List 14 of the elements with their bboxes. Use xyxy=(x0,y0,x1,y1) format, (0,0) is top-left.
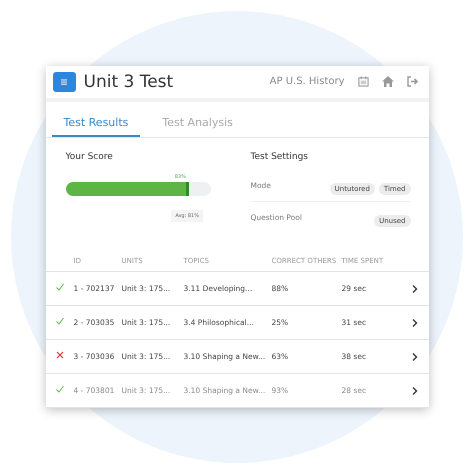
tab[interactable]: Test Results xyxy=(52,114,140,137)
section-title: Test Settings xyxy=(250,152,309,162)
tab[interactable]: Test Analysis xyxy=(150,114,245,137)
page-title: Unit 3 Test xyxy=(84,72,174,92)
logout-icon[interactable] xyxy=(406,76,418,88)
section-title: Your Score xyxy=(66,152,114,162)
chevron-icon[interactable] xyxy=(412,318,418,326)
calendar-icon[interactable] xyxy=(358,76,368,88)
chevron-icon[interactable] xyxy=(412,386,418,394)
course-name: AP U.S. History xyxy=(270,76,344,88)
home-icon[interactable] xyxy=(382,76,394,88)
chevron-icon[interactable] xyxy=(412,352,418,360)
menu-button[interactable]: ≡ xyxy=(52,72,76,92)
chevron-icon[interactable] xyxy=(412,284,418,292)
